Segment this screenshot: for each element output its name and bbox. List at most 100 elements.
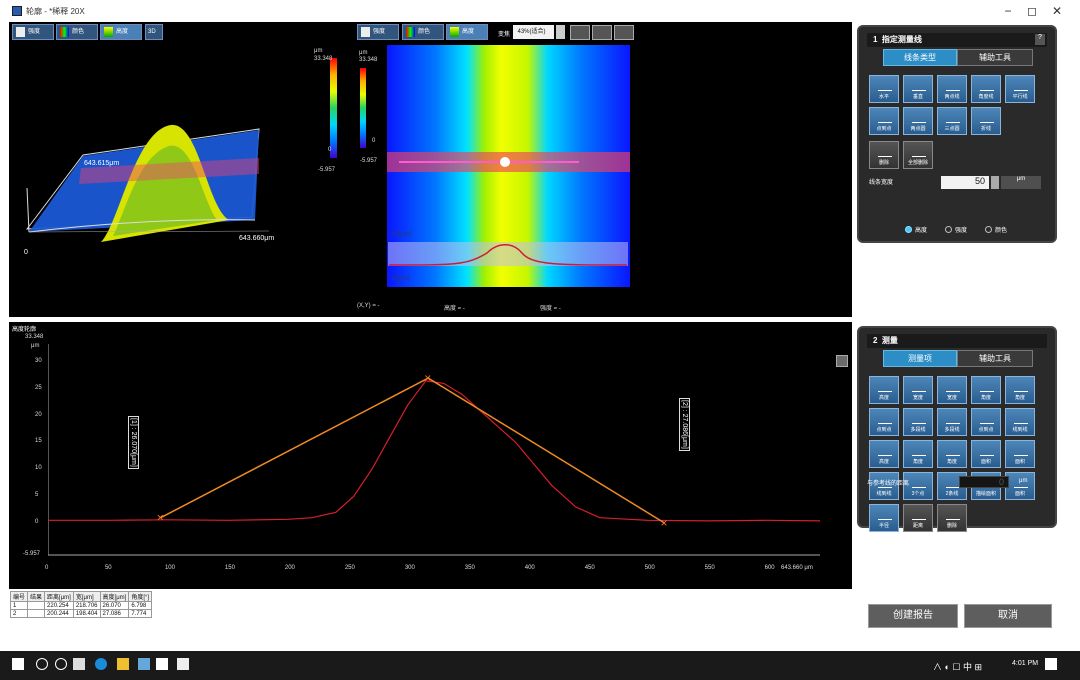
y-tick-2: 20 (35, 411, 42, 418)
left-intensity-button[interactable]: 强度 (12, 24, 54, 40)
measurement-tool-button-4[interactable]: 角度 (1005, 376, 1035, 404)
three-d-button[interactable]: 3D (145, 24, 163, 40)
measurement-tool-button-10[interactable]: 高度 (869, 440, 899, 468)
create-report-button[interactable]: 创建报告 (868, 604, 958, 628)
cancel-button[interactable]: 取消 (964, 604, 1052, 628)
center-height-button[interactable]: 高度 (446, 24, 488, 40)
table-row[interactable]: 1 220.254 218.706 26.070 6.798 (9, 601, 153, 610)
height-status: 高度 = - (444, 306, 465, 312)
measurement-tool-button-5[interactable]: 点到点 (869, 408, 899, 436)
table-row[interactable]: 2 200.244 198.404 27.086 7.774 (9, 609, 153, 618)
center-intensity-button[interactable]: 强度 (357, 24, 399, 40)
three-point-circle-button[interactable]: 三点圆 (937, 107, 967, 135)
tab-auxiliary-tools[interactable]: 辅助工具 (957, 49, 1033, 66)
minimize-button[interactable]: − (1000, 3, 1016, 19)
measurement-tool-button-1[interactable]: 宽度 (903, 376, 933, 404)
measurement-tool-button-6[interactable]: 多段线 (903, 408, 933, 436)
table-header: 角度[°] (128, 591, 153, 602)
measurement-tool-button-9[interactable]: 线到线 (1005, 408, 1035, 436)
measurement-point-marker[interactable]: × (660, 516, 667, 530)
radio-color-label: 颜色 (995, 228, 1008, 234)
left-height-button[interactable]: 高度 (100, 24, 142, 40)
table-header: 编号 (9, 591, 29, 602)
line-width-label: 线条宽度 (869, 180, 894, 186)
tab-line-type[interactable]: 线条类型 (883, 49, 957, 66)
zoom-dropdown-button[interactable] (556, 25, 565, 39)
results-table: 编号 结果 距离[μm] 宽[μm] 高度[μm] 角度[°] 1 220.254 218.70… (9, 591, 153, 618)
table-cell: 26.070 (99, 601, 130, 610)
edit-line-icon[interactable] (592, 25, 612, 40)
measurement-tool-button-21[interactable]: 距离 (903, 504, 933, 532)
left-scale-max: 33.348 (314, 56, 333, 62)
left-scale-min: -5.957 (318, 167, 336, 173)
notification-icon[interactable] (1045, 658, 1057, 670)
table-cell: 198.404 (72, 609, 101, 618)
two-point-circle-button[interactable]: 两点圆 (903, 107, 933, 135)
parallel-line-button[interactable]: 平行线 (1005, 75, 1035, 103)
widgets-icon[interactable] (73, 658, 85, 670)
measurement-tool-button-3[interactable]: 角度 (971, 376, 1001, 404)
windows-start-icon[interactable] (12, 658, 24, 670)
measurement-tool-button-12[interactable]: 角度 (937, 440, 967, 468)
radio-intensity[interactable] (945, 226, 952, 233)
measurement-point-marker[interactable]: × (424, 371, 431, 385)
maximize-button[interactable]: ◻ (1024, 3, 1040, 19)
measurement-tool-button-8[interactable]: 点到点 (971, 408, 1001, 436)
close-button[interactable]: ✕ (1049, 3, 1065, 19)
tab-measurement-items[interactable]: 测量项 (883, 350, 957, 367)
measurement-point-marker[interactable]: × (157, 511, 164, 525)
measurement-tool-button-19[interactable]: 面积 (1005, 472, 1035, 500)
measurement-tool-button-20[interactable]: 半径 (869, 504, 899, 532)
horizontal-line-button[interactable]: 水平 (869, 75, 899, 103)
app-taskbar-icon[interactable] (138, 658, 150, 670)
app-icon (12, 6, 22, 16)
clock[interactable]: 4:01 PM (1012, 660, 1038, 667)
file-explorer-icon[interactable] (117, 658, 129, 670)
measurement-tool-button-13[interactable]: 面积 (971, 440, 1001, 468)
panel-two-header: 2 测量 (867, 334, 1047, 348)
zoom-select[interactable]: 43%(适合) (513, 25, 554, 39)
task-view-icon[interactable] (55, 658, 67, 670)
measurement-tool-button-0[interactable]: 高度 (869, 376, 899, 404)
y-tick-1: 25 (35, 384, 42, 391)
photos-icon[interactable] (177, 658, 189, 670)
point-to-point-button[interactable]: 点到点 (869, 107, 899, 135)
left-color-button[interactable]: 颜色 (56, 24, 98, 40)
table-cell: 7.774 (128, 609, 153, 618)
measurement-triangle-line (160, 377, 665, 524)
delete-button[interactable]: 删除 (869, 141, 899, 169)
profile-edit-icon[interactable] (836, 355, 848, 367)
system-tray[interactable]: ∧ ◐ ☐ 中 ⊞ (933, 660, 982, 673)
table-cell: 1 (9, 601, 29, 610)
profile-app-icon[interactable] (156, 658, 168, 670)
radio-height-label: 高度 (915, 228, 928, 234)
measurement-tool-button-11[interactable]: 角度 (903, 440, 933, 468)
y-tick-4: 10 (35, 465, 42, 472)
reference-distance-input[interactable]: 0 (959, 476, 1009, 488)
polyline-button[interactable]: 折线 (971, 107, 1001, 135)
two-point-line-button[interactable]: 两点线 (937, 75, 967, 103)
edge-icon[interactable] (95, 658, 107, 670)
vertical-line-button[interactable]: 垂直 (903, 75, 933, 103)
zoom-search-icon[interactable] (570, 25, 590, 40)
xy-status: (X,Y) = - (357, 303, 380, 309)
measurement-tool-button-2[interactable]: 宽度 (937, 376, 967, 404)
measurement-tool-button-22[interactable]: 删除 (937, 504, 967, 532)
line-width-unit-select[interactable]: μm (1001, 176, 1041, 189)
line-width-stepper[interactable] (991, 176, 999, 189)
help-icon[interactable]: ? (1035, 34, 1045, 45)
search-icon[interactable] (36, 658, 48, 670)
draw-line-icon[interactable] (614, 25, 634, 40)
left-axis-depth-label: 643.615μm (84, 160, 120, 167)
measurement-tool-button-7[interactable]: 多段线 (937, 408, 967, 436)
radio-color[interactable] (985, 226, 992, 233)
center-color-button[interactable]: 颜色 (402, 24, 444, 40)
line-width-input[interactable]: 50 (941, 176, 989, 189)
radio-height[interactable] (905, 226, 912, 233)
tab-auxiliary-tools-two[interactable]: 辅助工具 (957, 350, 1033, 367)
delete-all-button[interactable]: 全部删除 (903, 141, 933, 169)
angle-line-button[interactable]: 角度线 (971, 75, 1001, 103)
measurement-tool-button-14[interactable]: 面积 (1005, 440, 1035, 468)
height-profile-chart[interactable]: × × × (48, 344, 820, 570)
height-map-image[interactable] (387, 45, 630, 287)
